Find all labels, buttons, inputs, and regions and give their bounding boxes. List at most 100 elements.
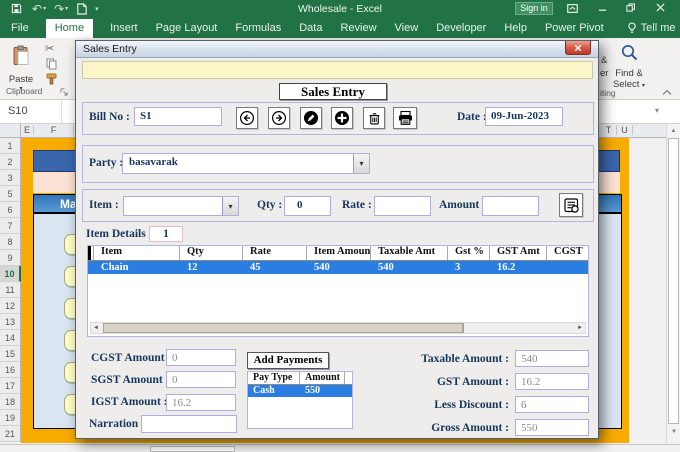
row-header[interactable]: 7 [0, 218, 21, 234]
maximize-button[interactable] [626, 3, 644, 12]
add-record-button[interactable] [331, 107, 353, 129]
row-header[interactable]: 16 [0, 362, 21, 378]
row-header[interactable]: 9 [0, 250, 21, 266]
row-header[interactable]: 19 [0, 410, 21, 426]
table-scroll-left-icon[interactable]: ◄ [93, 325, 99, 331]
col-header-u[interactable]: U [617, 125, 633, 135]
qty-input[interactable]: 0 [284, 196, 331, 216]
tab-data[interactable]: Data [290, 19, 331, 38]
tab-review[interactable]: Review [331, 19, 385, 38]
tab-home[interactable]: Home [45, 19, 94, 38]
previous-record-button[interactable] [236, 107, 258, 129]
add-payments-button[interactable]: Add Payments [247, 352, 329, 369]
select-all-corner[interactable] [0, 124, 21, 138]
items-table-row-selected[interactable]: Chain 12 45 540 540 3 16.2 [88, 261, 588, 274]
scroll-down-icon[interactable]: ▼ [667, 429, 680, 435]
print-button[interactable] [393, 107, 417, 129]
row-header-selected[interactable]: 10 [0, 266, 21, 282]
name-box[interactable]: S10 [0, 100, 62, 124]
format-painter-icon[interactable] [46, 73, 57, 85]
find-select-button[interactable]: Find & Select ▾ [606, 43, 652, 90]
copy-icon[interactable] [46, 58, 57, 70]
item-combobox[interactable]: ▾ [123, 196, 239, 216]
hscrollbar-thumb[interactable] [150, 446, 235, 452]
edit-record-button[interactable] [300, 107, 322, 129]
items-table-hscrollbar[interactable]: ◄ ► [90, 322, 586, 334]
row-header[interactable]: 8 [0, 234, 21, 250]
col-cgst[interactable]: CGST [547, 246, 588, 260]
col-header-t[interactable]: T [601, 125, 617, 135]
party-combobox[interactable]: basavarak ▾ [122, 153, 370, 174]
table-scroll-thumb[interactable] [103, 323, 463, 333]
item-label: Item : [89, 199, 119, 211]
col-taxable-amt[interactable]: Taxable Amt [371, 246, 448, 260]
delete-record-button[interactable] [363, 107, 385, 129]
table-scroll-right-icon[interactable]: ► [577, 325, 583, 331]
date-input[interactable]: 09-Jun-2023 [485, 107, 563, 126]
tab-power-pivot[interactable]: Power Pivot [536, 19, 613, 38]
gst-amount-input[interactable]: 16.2 [515, 373, 589, 390]
row-header[interactable]: 18 [0, 394, 21, 410]
row-header[interactable]: 21 [0, 426, 21, 442]
row-header[interactable]: 17 [0, 378, 21, 394]
narration-input[interactable] [141, 415, 237, 433]
gst-amount-label: GST Amount : [436, 376, 509, 388]
collapse-ribbon-icon[interactable] [662, 89, 672, 96]
sgst-input[interactable]: 0 [166, 371, 236, 388]
item-dropdown-icon[interactable]: ▾ [222, 197, 238, 215]
scrollbar-thumb[interactable] [668, 138, 679, 424]
row-header[interactable]: 2 [0, 154, 21, 170]
tab-view[interactable]: View [386, 19, 428, 38]
formula-bar-expand-icon[interactable]: ▾ [655, 106, 659, 115]
tab-formulas[interactable]: Formulas [226, 19, 290, 38]
row-header[interactable]: 15 [0, 346, 21, 362]
cut-icon[interactable]: ✂ [45, 42, 54, 55]
ribbon-display-options-icon[interactable] [567, 4, 578, 13]
payments-row-selected[interactable]: Cash 550 [248, 385, 352, 397]
paste-button[interactable]: Paste ▾ [5, 44, 37, 92]
row-header[interactable]: 5 [0, 186, 21, 202]
amount-input[interactable] [482, 196, 539, 216]
minimize-button[interactable] [598, 3, 616, 12]
col-gst-amt[interactable]: GST Amt [490, 246, 547, 260]
col-header-e[interactable]: E [21, 125, 34, 135]
gross-amount-input[interactable]: 550 [515, 419, 589, 436]
taxable-input[interactable]: 540 [515, 350, 589, 367]
col-qty[interactable]: Qty [180, 246, 243, 260]
row-header[interactable]: 3 [0, 170, 21, 186]
col-header-f[interactable]: F [34, 125, 74, 135]
row-header[interactable]: 6 [0, 202, 21, 218]
row-header[interactable]: 12 [0, 298, 21, 314]
rate-input[interactable] [374, 196, 431, 216]
tab-file[interactable]: File [2, 19, 38, 38]
next-record-button[interactable] [268, 107, 290, 129]
row-header[interactable]: 13 [0, 314, 21, 330]
tab-insert[interactable]: Insert [101, 19, 147, 38]
less-discount-input[interactable]: 6 [515, 396, 589, 413]
col-item[interactable]: Item [94, 246, 180, 260]
scroll-up-icon[interactable]: ▲ [667, 124, 680, 137]
add-item-to-list-button[interactable] [559, 193, 583, 217]
tell-me-box[interactable]: Tell me [637, 19, 680, 38]
col-pay-amount[interactable]: Amount [300, 372, 345, 384]
sign-in-button[interactable]: Sign in [515, 2, 553, 15]
bill-no-input[interactable]: S1 [134, 107, 222, 126]
cgst-input[interactable]: 0 [166, 349, 236, 366]
clipboard-dialog-launcher-icon[interactable] [60, 88, 68, 96]
tab-page-layout[interactable]: Page Layout [147, 19, 227, 38]
vertical-scrollbar[interactable]: ▲ ▼ [666, 124, 680, 444]
col-item-amount[interactable]: Item Amount [307, 246, 371, 260]
dialog-close-button[interactable] [565, 41, 591, 55]
igst-input[interactable]: 16.2 [166, 394, 236, 411]
row-header[interactable]: 14 [0, 330, 21, 346]
tab-help[interactable]: Help [495, 19, 536, 38]
party-dropdown-icon[interactable]: ▾ [353, 154, 369, 173]
row-header[interactable]: 1 [0, 138, 21, 154]
col-gst-pct[interactable]: Gst % [448, 246, 490, 260]
row-header[interactable]: 11 [0, 282, 21, 298]
col-rate[interactable]: Rate [243, 246, 307, 260]
col-pay-type[interactable]: Pay Type [248, 372, 300, 384]
horizontal-scrollbar[interactable] [0, 444, 680, 452]
close-window-button[interactable] [656, 3, 674, 12]
tab-developer[interactable]: Developer [427, 19, 495, 38]
